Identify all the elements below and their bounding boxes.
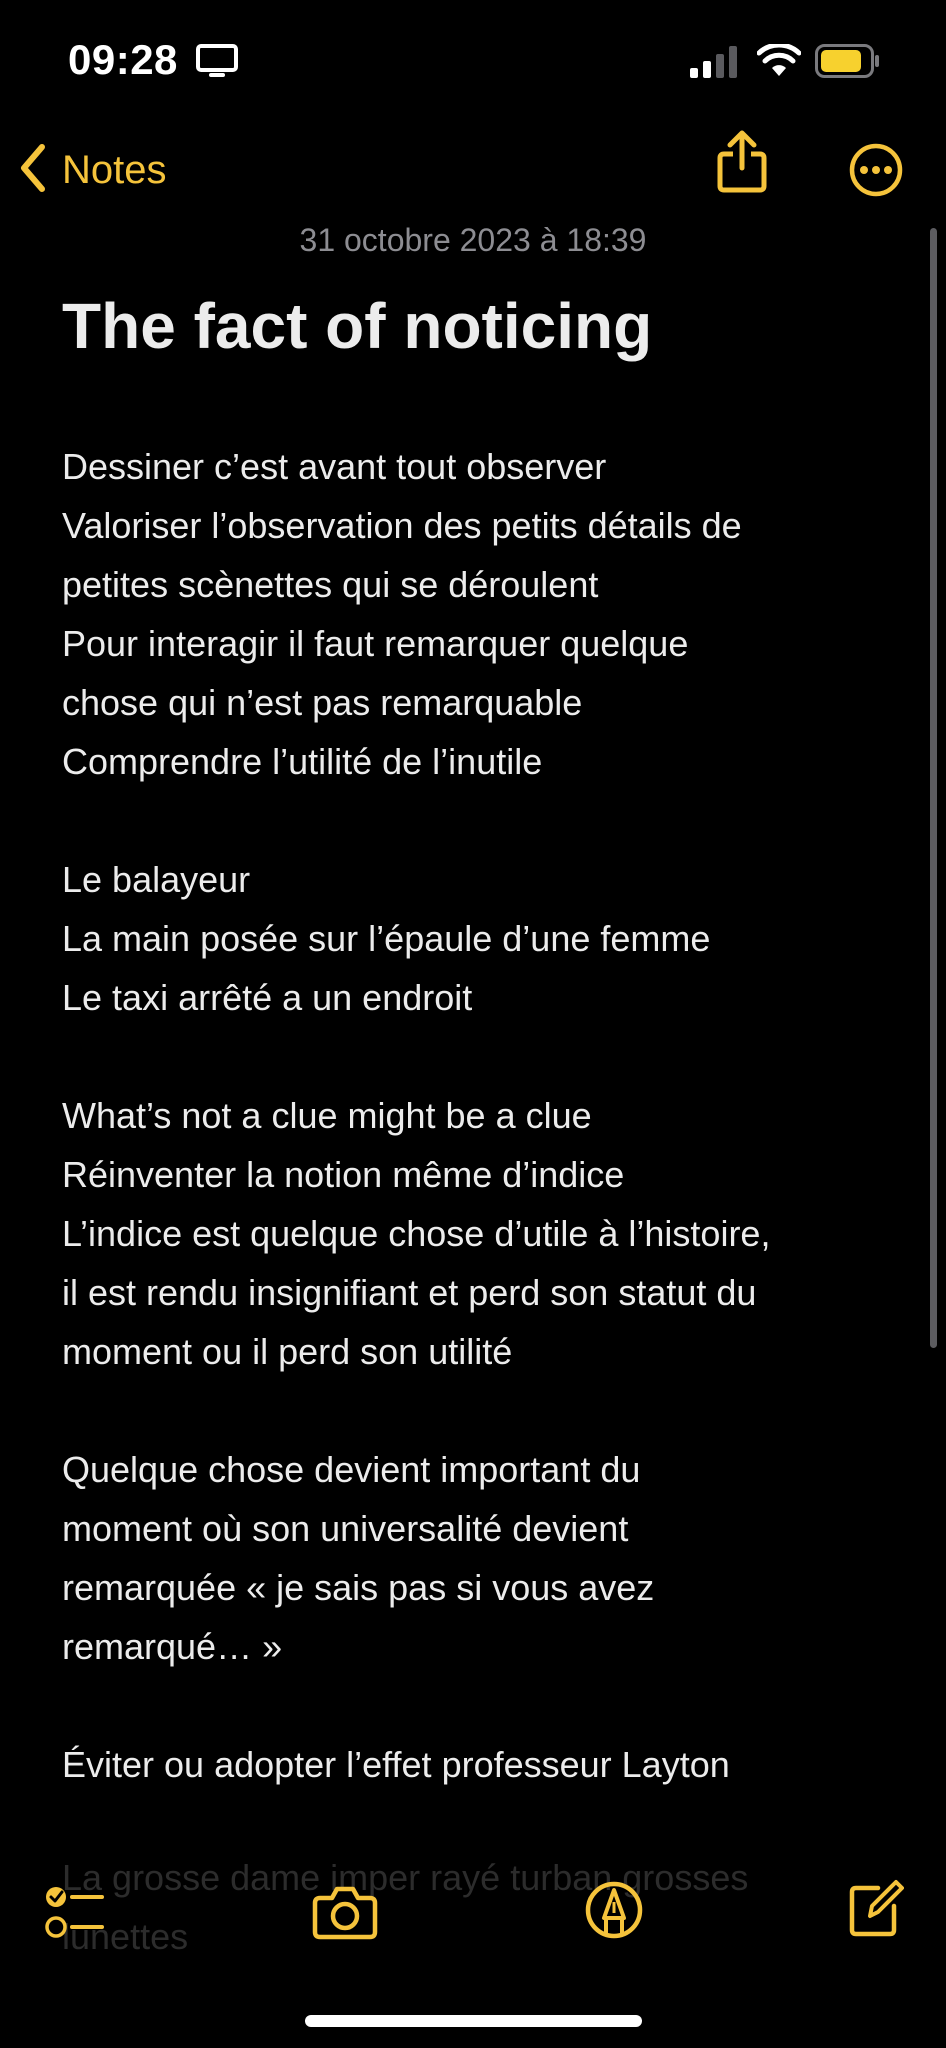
navigation-bar: Notes <box>0 130 946 210</box>
note-line: moment où son universalité devient <box>62 1508 629 1549</box>
wifi-icon <box>756 42 802 83</box>
note-line: petites scènettes qui se déroulent <box>62 564 599 605</box>
battery-icon <box>815 44 881 83</box>
pen-tip-icon <box>585 1881 643 1939</box>
compose-icon <box>849 1880 904 1937</box>
note-line: Quelque chose devient important du <box>62 1449 641 1490</box>
note-body[interactable]: Dessiner c’est avant tout observer Valori… <box>62 437 902 1794</box>
checklist-icon <box>45 1887 104 1938</box>
note-line: What’s not a clue might be a clue <box>62 1095 592 1136</box>
status-bar: 09:28 <box>0 0 946 130</box>
note-line: Pour interagir il faut remarquer quelque <box>62 623 689 664</box>
note-line: Comprendre l’utilité de l’inutile <box>62 741 543 782</box>
note-line: remarquée « je sais pas si vous avez <box>62 1567 655 1608</box>
note-line: il est rendu insignifiant et perd son st… <box>62 1272 757 1313</box>
back-label: Notes <box>62 147 167 192</box>
share-icon <box>717 130 767 193</box>
cellular-signal-icon <box>690 46 738 83</box>
ellipsis-circle-icon <box>849 143 903 197</box>
note-line: chose qui n’est pas remarquable <box>62 682 583 723</box>
note-line: remarqué… » <box>62 1626 283 1667</box>
note-line: La main posée sur l’épaule d’une femme <box>62 918 711 959</box>
bottom-toolbar <box>0 1878 946 1958</box>
status-time: 09:28 <box>68 36 178 83</box>
markup-button[interactable] <box>584 1880 644 1945</box>
note-line: moment ou il perd son utilité <box>62 1331 513 1372</box>
checklist-button[interactable] <box>44 1882 104 1947</box>
scroll-indicator[interactable] <box>930 228 937 1348</box>
note-line: Le balayeur <box>62 859 251 900</box>
note-line: Le taxi arrêté a un endroit <box>62 977 473 1018</box>
note-line: Réinventer la notion même d’indice <box>62 1154 625 1195</box>
note-date: 31 octobre 2023 à 18:39 <box>299 222 647 258</box>
note-title[interactable]: The fact of noticing <box>62 286 652 366</box>
home-indicator[interactable] <box>305 2015 642 2027</box>
screen-mirroring-icon <box>196 44 238 83</box>
share-button[interactable] <box>716 130 768 199</box>
note-line: Éviter ou adopter l’effet professeur Lay… <box>62 1744 730 1785</box>
back-button[interactable]: Notes <box>18 140 167 200</box>
more-button[interactable] <box>848 142 904 203</box>
compose-button[interactable] <box>848 1878 904 1943</box>
camera-icon <box>312 1886 378 1940</box>
note-line: Valoriser l’observation des petits détai… <box>62 505 742 546</box>
note-line: Dessiner c’est avant tout observer <box>62 446 607 487</box>
chevron-left-icon <box>18 143 48 198</box>
camera-button[interactable] <box>312 1884 378 1945</box>
note-line: L’indice est quelque chose d’utile à l’h… <box>62 1213 771 1254</box>
